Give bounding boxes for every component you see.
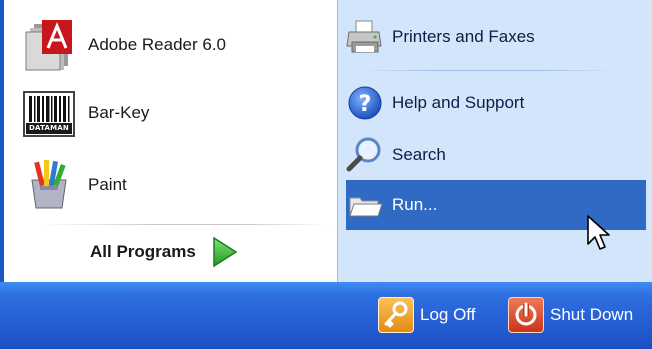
program-bar-key[interactable]: DATAMAN Bar-Key <box>22 82 322 144</box>
program-paint[interactable]: Paint <box>22 154 322 216</box>
printer-icon <box>346 18 384 56</box>
place-label: Printers and Faxes <box>392 27 535 46</box>
search-icon <box>346 136 384 174</box>
start-menu: Adobe Reader 6.0 DATAMAN Bar-Key Paint A… <box>0 0 652 349</box>
run-icon <box>346 186 384 224</box>
shut-down-button[interactable]: Shut Down <box>508 295 633 335</box>
all-programs-label: All Programs <box>90 242 196 261</box>
place-printers-and-faxes[interactable]: Printers and Faxes <box>346 12 646 62</box>
svg-text:?: ? <box>359 92 372 117</box>
key-icon <box>378 297 414 333</box>
program-label: Bar-Key <box>88 103 150 122</box>
left-divider <box>40 224 330 225</box>
log-off-button[interactable]: Log Off <box>378 295 475 335</box>
mouse-cursor-icon <box>587 215 610 250</box>
green-arrow-icon <box>213 236 238 268</box>
shut-down-label: Shut Down <box>550 305 634 324</box>
place-label: Search <box>392 145 446 164</box>
log-off-label: Log Off <box>420 305 476 324</box>
place-label: Run... <box>392 195 438 214</box>
all-programs-button[interactable]: All Programs <box>90 230 290 274</box>
power-icon <box>508 297 544 333</box>
place-label: Help and Support <box>392 93 525 112</box>
barcode-dataman-icon: DATAMAN <box>22 86 76 140</box>
barcode-brand-text: DATAMAN <box>29 124 69 132</box>
start-menu-footer: Log Off Shut Down <box>0 282 652 349</box>
program-label: Paint <box>88 175 127 194</box>
program-label: Adobe Reader 6.0 <box>88 35 226 54</box>
paint-brushes-icon <box>22 158 76 212</box>
help-icon: ? <box>346 84 384 122</box>
place-help-and-support[interactable]: ? Help and Support <box>346 78 646 128</box>
program-adobe-reader[interactable]: Adobe Reader 6.0 <box>22 14 322 76</box>
places-divider <box>360 70 616 71</box>
place-search[interactable]: Search <box>346 130 646 180</box>
adobe-reader-icon <box>22 18 76 72</box>
pinned-programs-pane: Adobe Reader 6.0 DATAMAN Bar-Key Paint A… <box>0 0 337 282</box>
